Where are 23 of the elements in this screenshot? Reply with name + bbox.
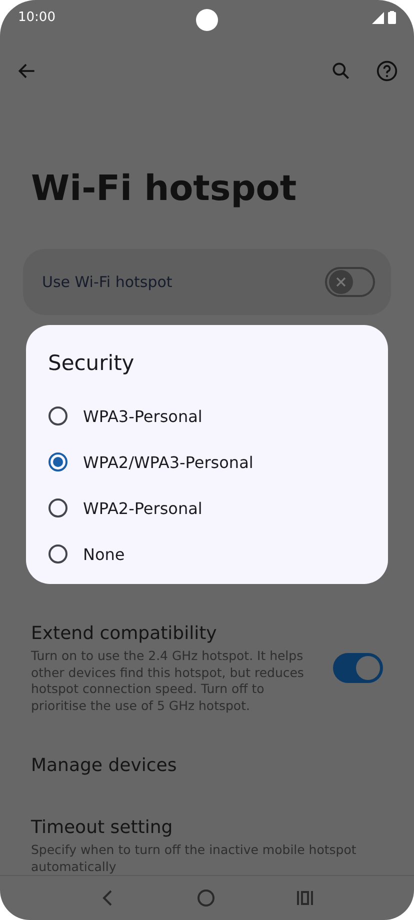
signal-icon [372, 12, 384, 24]
option-label[interactable]: None [83, 544, 125, 564]
page-title: Wi-Fi hotspot [31, 168, 298, 211]
battery-icon [388, 11, 396, 24]
option-label[interactable]: WPA3-Personal [83, 406, 202, 426]
camera-cutout [196, 9, 218, 31]
option-label[interactable]: WPA2/WPA3-Personal [83, 452, 254, 472]
option-label[interactable]: WPA2-Personal [83, 498, 202, 518]
radio-button[interactable] [48, 544, 68, 564]
close-icon [335, 276, 347, 288]
status-time: 10:00 [18, 10, 56, 26]
radio-button[interactable] [48, 406, 68, 426]
setting-description: Turn on to use the 2.4 GHz hotspot. It helps other devices find this hotspot, but reduces hotspot connection speed. Turn off to prioritise the use of 5 GHz hotspot. [31, 648, 305, 714]
toggle-switch[interactable] [325, 267, 375, 298]
help-icon[interactable] [376, 60, 398, 82]
recents-nav-icon[interactable] [296, 890, 314, 906]
radio-button[interactable] [48, 498, 68, 518]
dialog-title: Security [48, 350, 136, 377]
home-nav-icon[interactable] [196, 889, 215, 908]
radio-button[interactable] [48, 452, 68, 472]
toggle-switch[interactable] [333, 653, 383, 684]
switch-label: Use Wi-Fi hotspot [42, 273, 174, 292]
setting-description: Specify when to turn off the inactive mobile hotspot automatically [31, 842, 358, 876]
